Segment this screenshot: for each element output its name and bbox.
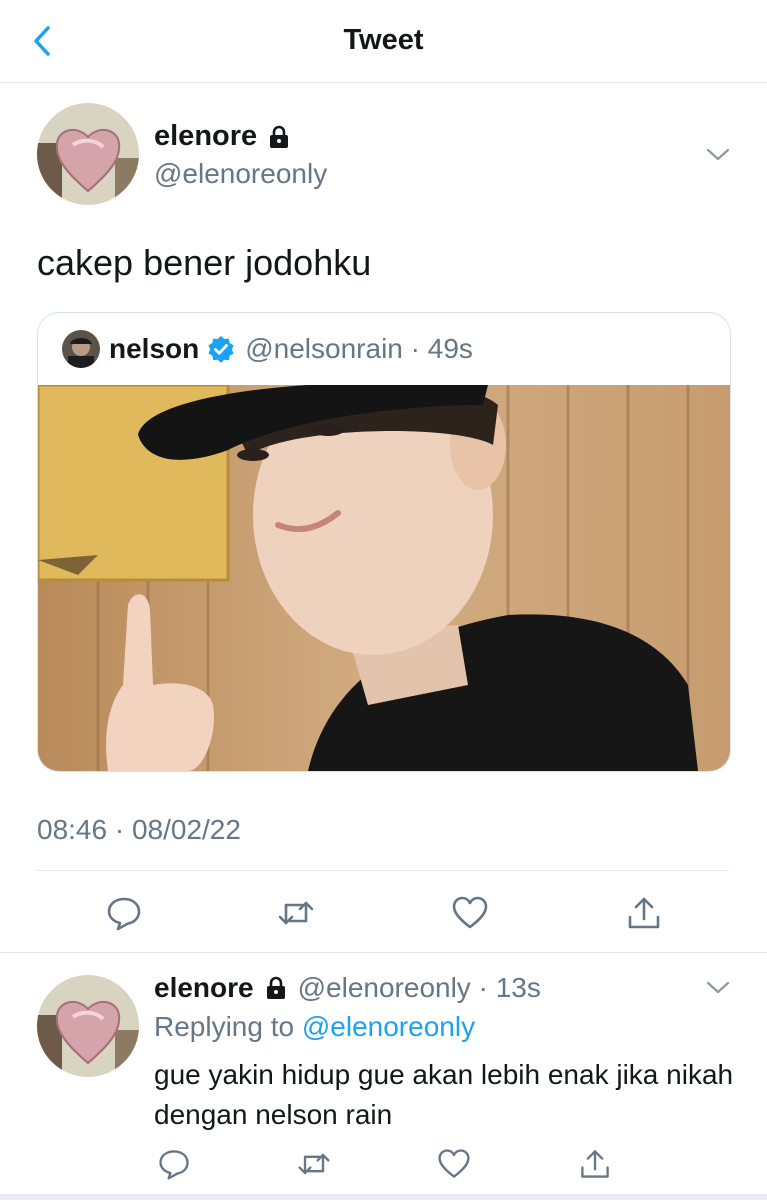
avatar-image	[37, 103, 139, 205]
divider	[37, 870, 729, 871]
quoted-author-handle: @nelsonrain · 49s	[245, 333, 473, 364]
chevron-down-icon	[706, 981, 730, 994]
reply-author-row: elenore @elenoreonly · 13s	[154, 972, 541, 1004]
replying-to-mention[interactable]: @elenoreonly	[302, 1011, 475, 1042]
avatar-image	[37, 975, 139, 1077]
quoted-handle-text: @nelsonrain	[245, 333, 403, 364]
quoted-media-image[interactable]	[38, 375, 730, 771]
tweet-timestamp: 08:46 · 08/02/22	[37, 814, 241, 845]
reply-like-button[interactable]	[436, 1146, 472, 1182]
quoted-tweet-header: nelson @nelsonrain · 49s	[38, 313, 730, 385]
replying-to-label: Replying to	[154, 1011, 295, 1042]
reply-author-meta: @elenoreonly · 13s	[297, 972, 541, 1003]
lock-icon	[266, 976, 285, 999]
avatar[interactable]	[37, 103, 139, 205]
author-name-row: elenore	[154, 120, 291, 153]
share-icon	[628, 897, 660, 929]
reply-share-button[interactable]	[577, 1146, 613, 1182]
comment-icon	[107, 897, 141, 931]
retweet-icon	[278, 901, 314, 925]
reply-author-name[interactable]: elenore	[154, 972, 254, 1004]
heart-icon	[438, 1149, 470, 1178]
tweet-text: cakep bener jodohku	[37, 242, 372, 283]
more-options-button[interactable]	[704, 142, 732, 168]
bottom-edge	[0, 1194, 767, 1200]
reply-retweet-button[interactable]	[296, 1146, 332, 1182]
quoted-author-name: nelson	[109, 333, 200, 364]
author-handle[interactable]: @elenoreonly	[154, 158, 327, 190]
quoted-tweet-card[interactable]: nelson @nelsonrain · 49s	[37, 312, 731, 772]
chevron-down-icon	[706, 148, 730, 161]
reply-button[interactable]	[104, 893, 144, 933]
retweet-button[interactable]	[276, 893, 316, 933]
verified-badge-icon	[208, 336, 234, 363]
reply-time: 13s	[495, 972, 541, 1003]
page-title: Tweet	[343, 24, 424, 56]
reply-more-options-button[interactable]	[704, 975, 732, 1001]
reply-reply-button[interactable]	[156, 1146, 192, 1182]
divider	[0, 952, 767, 953]
reply-text: gue yakin hidup gue akan lebih enak jika…	[154, 1059, 734, 1130]
comment-icon	[159, 1150, 189, 1180]
share-icon	[581, 1150, 609, 1178]
quoted-time: 49s	[427, 333, 473, 364]
replying-to-line: Replying to @elenoreonly	[154, 1011, 475, 1043]
like-button[interactable]	[450, 893, 490, 933]
quoted-avatar-image	[62, 330, 100, 368]
photo-illustration	[38, 375, 730, 771]
author-name[interactable]: elenore	[154, 120, 257, 153]
share-button[interactable]	[624, 893, 664, 933]
reply-author-handle[interactable]: @elenoreonly	[298, 972, 471, 1003]
lock-icon	[270, 125, 289, 148]
reply-avatar[interactable]	[37, 975, 139, 1077]
retweet-icon	[298, 1153, 330, 1175]
heart-icon	[452, 896, 488, 929]
quoted-avatar	[62, 330, 100, 368]
